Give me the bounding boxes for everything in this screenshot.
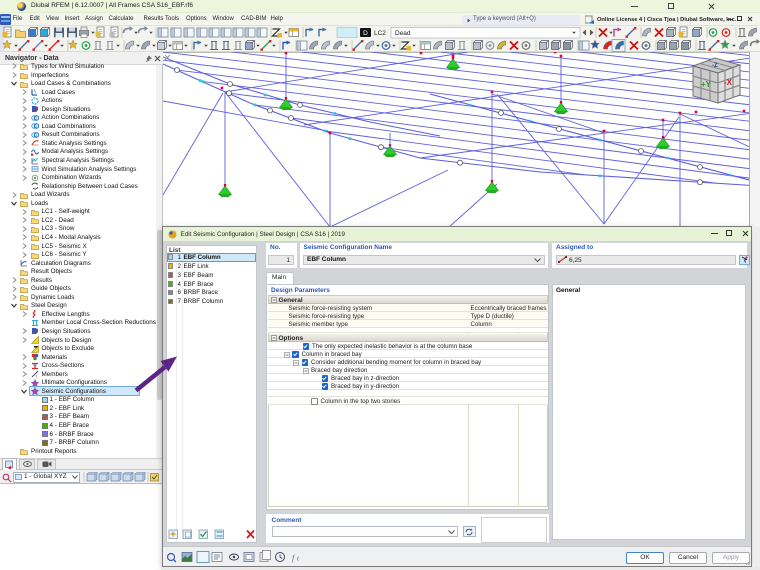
svg-text:t: t <box>297 555 300 563</box>
svg-text:-X: -X <box>724 78 733 87</box>
svg-text:-Z: -Z <box>712 63 718 69</box>
svg-text:LC2: LC2 <box>374 30 386 37</box>
svg-text:Dead: Dead <box>395 30 411 37</box>
svg-text:+Y: +Y <box>701 80 712 89</box>
svg-text:D: D <box>363 30 368 37</box>
svg-text:f: f <box>292 554 296 563</box>
